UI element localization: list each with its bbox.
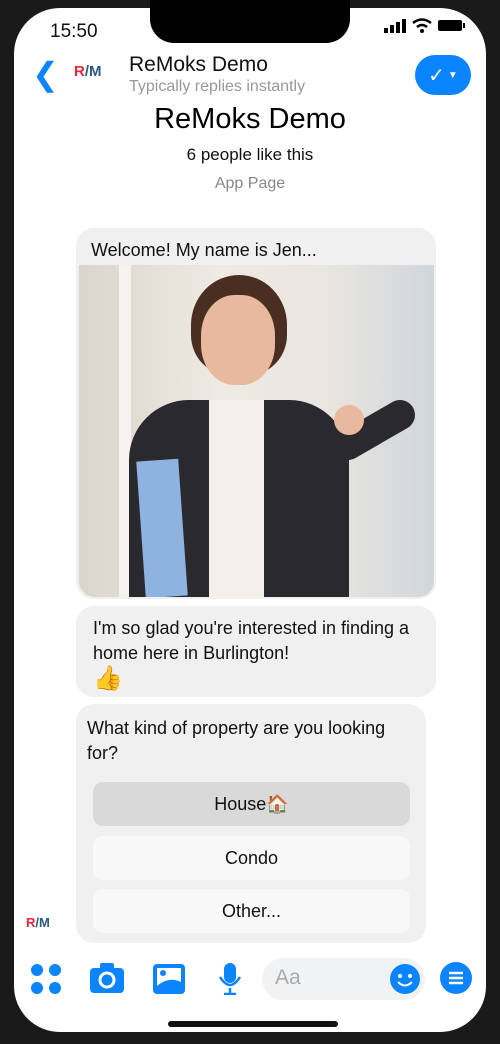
message-input-placeholder: Aa xyxy=(275,966,301,989)
message-text: Welcome! My name is Jen... xyxy=(91,240,317,260)
message-input[interactable]: Aa xyxy=(262,958,425,1000)
profile-likes: 6 people like this xyxy=(186,145,314,164)
check-menu-button[interactable]: ✓ ▼ xyxy=(415,55,471,95)
status-time: 15:50 xyxy=(50,21,98,42)
agent-photo[interactable] xyxy=(79,265,434,597)
page-logo: R/M xyxy=(74,63,102,80)
profile-category: App Page xyxy=(214,175,286,192)
menu-icon[interactable] xyxy=(440,962,472,994)
quick-reply-condo[interactable]: Condo xyxy=(93,836,410,880)
notch xyxy=(150,0,350,43)
face xyxy=(201,295,275,385)
camera-icon[interactable] xyxy=(90,963,124,993)
quick-reply-house[interactable]: House🏠 xyxy=(93,782,410,826)
thumbs-up-emoji: 👍 xyxy=(93,665,123,692)
message-text: I'm so glad you're interested in finding… xyxy=(93,618,410,692)
message-text: What kind of property are you looking fo… xyxy=(87,718,386,763)
home-indicator[interactable] xyxy=(168,1021,338,1027)
header-subtitle: Typically replies instantly xyxy=(129,78,306,95)
status-icons xyxy=(384,18,466,33)
profile-name: ReMoks Demo xyxy=(154,103,346,135)
wifi-icon xyxy=(412,18,432,33)
caret-down-icon: ▼ xyxy=(447,69,458,81)
emoji-icon[interactable] xyxy=(390,964,420,994)
signal-icon xyxy=(384,18,406,33)
apps-grid-icon[interactable] xyxy=(30,963,62,995)
quick-reply-other[interactable]: Other... xyxy=(93,889,410,933)
hand-with-keys xyxy=(334,405,364,435)
microphone-icon[interactable] xyxy=(218,963,242,995)
header-title[interactable]: ReMoks Demo xyxy=(129,53,268,77)
sender-avatar-logo: R/M xyxy=(26,915,50,930)
battery-icon xyxy=(438,20,465,31)
photo-gallery-icon[interactable] xyxy=(153,964,185,994)
back-chevron-icon[interactable]: ❮ xyxy=(32,55,59,93)
shirt xyxy=(209,400,264,597)
check-icon: ✓ xyxy=(428,64,445,87)
